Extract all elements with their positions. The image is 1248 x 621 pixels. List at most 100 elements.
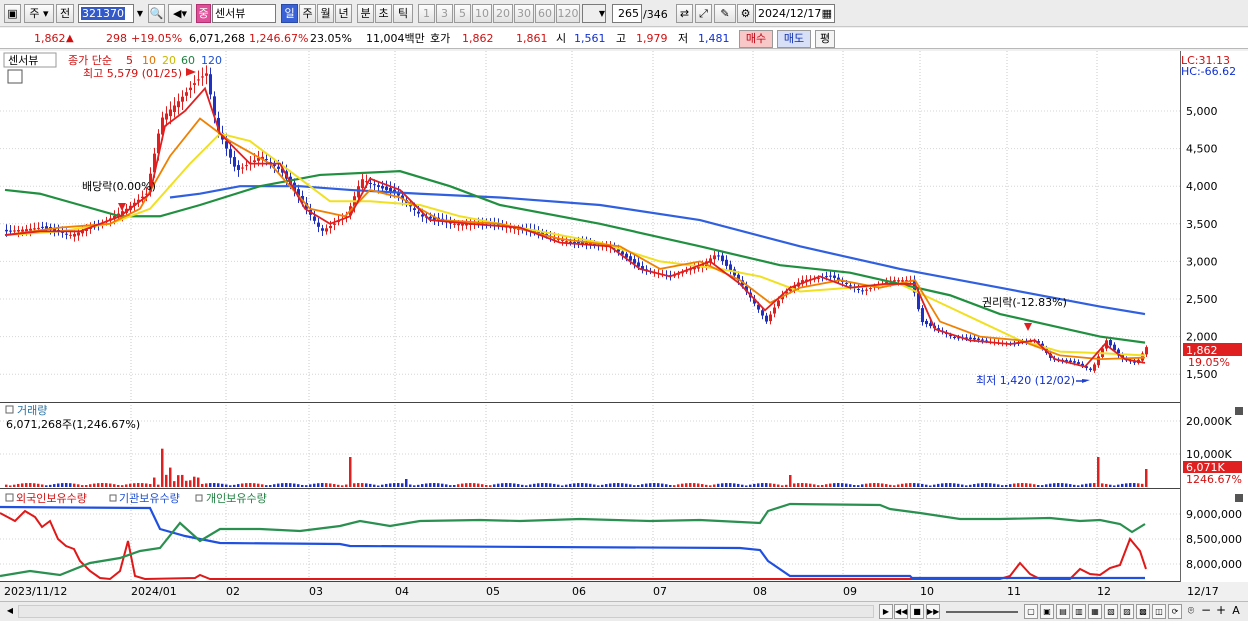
- scroll-right-icon[interactable]: ▶: [879, 604, 893, 619]
- draw-tool-icon[interactable]: ✎: [714, 4, 736, 23]
- volume-bar: [753, 483, 756, 487]
- volume-bar: [793, 483, 796, 487]
- volume-panel-title: 거래량: [17, 404, 47, 417]
- sell-button[interactable]: 매도: [777, 30, 811, 48]
- gear-icon[interactable]: ⚙: [737, 4, 754, 23]
- tool-icon-3[interactable]: ▤: [1056, 604, 1070, 619]
- candle-body: [21, 229, 24, 232]
- stock-name-field[interactable]: 센서뷰: [212, 4, 276, 23]
- volume-bar: [725, 483, 728, 487]
- date-field[interactable]: 2024/12/17 ▦: [755, 4, 835, 23]
- interval-1[interactable]: 1: [418, 4, 435, 23]
- volume-bar: [897, 484, 900, 487]
- volume-bar: [649, 483, 652, 487]
- candle-body: [185, 92, 188, 96]
- volume-bar: [269, 485, 272, 487]
- camera-icon[interactable]: ⌾: [1184, 604, 1198, 619]
- period-tick[interactable]: 틱: [393, 4, 413, 23]
- code-dropdown-icon[interactable]: ▼: [133, 4, 147, 23]
- volume-bar: [377, 485, 380, 487]
- ma-label: 종가 단순: [68, 54, 112, 67]
- tool-icon-8[interactable]: ▩: [1136, 604, 1150, 619]
- interval-20[interactable]: 20: [493, 4, 513, 23]
- rewind-icon[interactable]: ◀◀: [894, 604, 908, 619]
- volume-bar: [197, 477, 200, 487]
- volume-bar: [1069, 484, 1072, 487]
- expand-icon[interactable]: ⤢: [695, 4, 712, 23]
- candle-body: [13, 230, 16, 232]
- scroll-track[interactable]: [18, 605, 874, 618]
- candle-body: [201, 76, 204, 78]
- volume-bar: [365, 483, 368, 487]
- volume-bar: [25, 483, 28, 487]
- avg-button[interactable]: 평: [815, 30, 835, 48]
- volume-bar: [177, 475, 180, 487]
- volume-bar: [253, 483, 256, 487]
- page-input[interactable]: 265: [612, 4, 642, 23]
- period-week[interactable]: 주: [299, 4, 316, 23]
- calendar-icon[interactable]: ▦: [822, 5, 832, 22]
- price-tick-4000: 4,000: [1186, 180, 1218, 193]
- volume-bar: [681, 483, 684, 487]
- chart-area[interactable]: 센서뷰 종가 단순 5 10 20 60 120 최고 5,579 (01/25…: [0, 51, 1248, 601]
- volume-bar: [449, 485, 452, 487]
- volume-bar: [801, 483, 804, 487]
- buy-button[interactable]: 매수: [739, 30, 773, 48]
- candle-body: [369, 182, 372, 184]
- tool-icon-10[interactable]: ⟳: [1168, 604, 1182, 619]
- zoom-slider[interactable]: [946, 611, 1018, 613]
- interval-5[interactable]: 5: [454, 4, 471, 23]
- holdings-panel-icon[interactable]: [5, 493, 14, 502]
- search-icon[interactable]: 🔍: [148, 4, 165, 23]
- candle-body: [329, 225, 332, 229]
- volume-bar: [601, 484, 604, 487]
- candle-body: [265, 159, 268, 161]
- interval-10[interactable]: 10: [472, 4, 492, 23]
- mode-select[interactable]: 주 ▾: [24, 4, 54, 23]
- sound-icon[interactable]: ◀▾: [168, 4, 192, 23]
- price-panel-title: 센서뷰: [8, 54, 38, 67]
- period-second[interactable]: 초: [375, 4, 392, 23]
- candle-body: [845, 282, 848, 284]
- tool-icon-2[interactable]: ▣: [1040, 604, 1054, 619]
- window-icon[interactable]: ▣: [4, 4, 21, 23]
- candle-body: [417, 211, 420, 214]
- tool-icon-4[interactable]: ▥: [1072, 604, 1086, 619]
- tool-icon-7[interactable]: ▨: [1120, 604, 1134, 619]
- zoom-in-icon[interactable]: +: [1214, 604, 1228, 619]
- zoom-out-icon[interactable]: −: [1199, 604, 1213, 619]
- compare-icon[interactable]: ⇄: [676, 4, 693, 23]
- holdings-panel-close-icon[interactable]: [1235, 494, 1243, 502]
- volume-bar: [353, 483, 356, 487]
- tool-icon-6[interactable]: ▧: [1104, 604, 1118, 619]
- interval-60[interactable]: 60: [535, 4, 555, 23]
- candle-body: [865, 289, 868, 291]
- volume-panel-icon[interactable]: [5, 405, 14, 414]
- interval-dropdown-icon[interactable]: ▼: [595, 4, 609, 23]
- dividend-annotation: 배당락(0.00%): [82, 180, 156, 193]
- stock-code-input[interactable]: 321370: [78, 4, 134, 23]
- volume-bar: [137, 483, 140, 487]
- last-volume-pct: 1246.67%: [1186, 473, 1242, 486]
- volume-bar: [485, 484, 488, 487]
- period-year[interactable]: 년: [335, 4, 352, 23]
- volume-panel-close-icon[interactable]: [1235, 407, 1243, 415]
- volume-bar: [1041, 485, 1044, 487]
- prev-button[interactable]: 전: [56, 4, 74, 23]
- fast-forward-icon[interactable]: ▶▶: [926, 604, 940, 619]
- interval-3[interactable]: 3: [436, 4, 453, 23]
- tool-icon-5[interactable]: ▦: [1088, 604, 1102, 619]
- interval-30[interactable]: 30: [514, 4, 534, 23]
- candle-body: [861, 290, 864, 292]
- stop-icon[interactable]: ■: [910, 604, 924, 619]
- font-size-icon[interactable]: A: [1229, 604, 1243, 619]
- grid-toggle-icon[interactable]: [7, 69, 23, 84]
- tool-icon-9[interactable]: ◫: [1152, 604, 1166, 619]
- period-day[interactable]: 일: [281, 4, 298, 23]
- period-minute[interactable]: 분: [357, 4, 374, 23]
- interval-120[interactable]: 120: [556, 4, 580, 23]
- volume-bar: [737, 483, 740, 487]
- scroll-left-icon[interactable]: ◀: [3, 604, 17, 619]
- tool-icon-1[interactable]: ▢: [1024, 604, 1038, 619]
- period-month[interactable]: 월: [317, 4, 334, 23]
